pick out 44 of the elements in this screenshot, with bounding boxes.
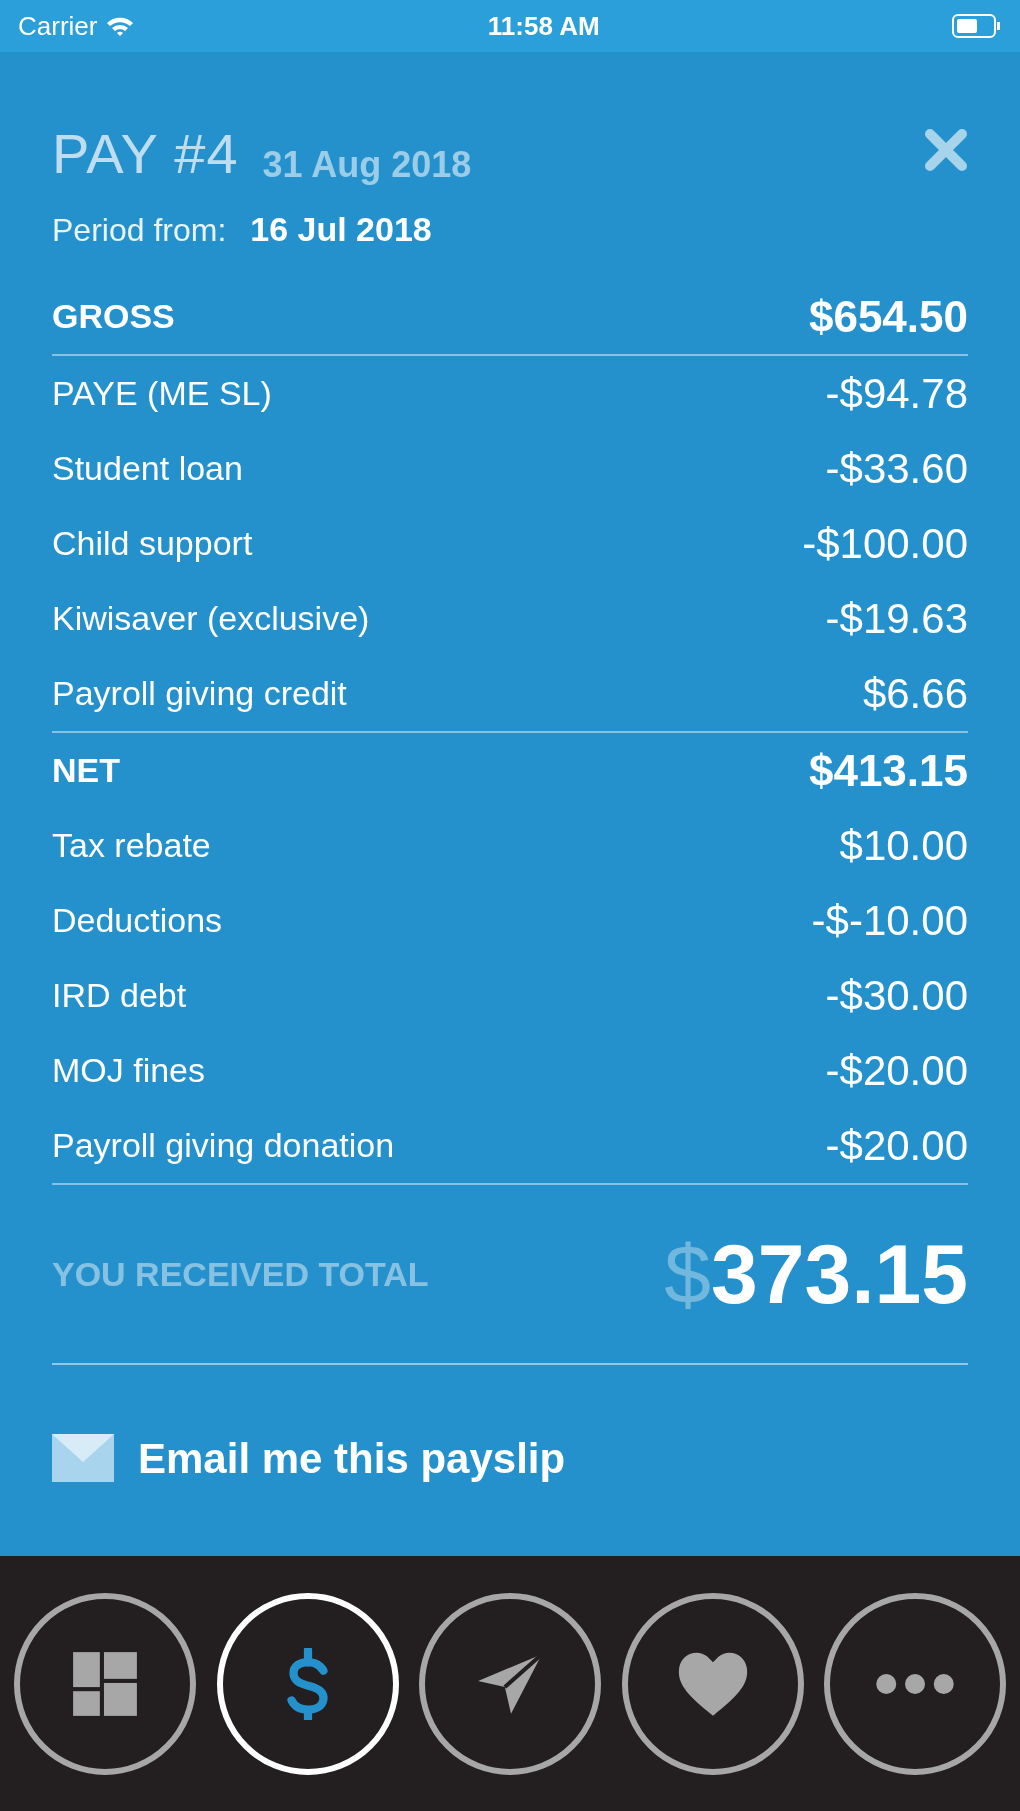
envelope-icon <box>52 1434 114 1482</box>
close-icon <box>924 128 968 172</box>
pay-title: PAY #4 <box>52 121 239 187</box>
row-label: Payroll giving donation <box>52 1125 395 1166</box>
email-payslip-link[interactable]: Email me this payslip <box>138 1426 566 1490</box>
section-amount: $413.15 <box>808 744 968 797</box>
row-label: Tax rebate <box>52 825 211 866</box>
tab-button[interactable] <box>14 1592 196 1775</box>
row-amount: -$20.00 <box>825 1046 968 1096</box>
currency-symbol: $ <box>664 1226 712 1323</box>
carrier-text: Carrier <box>18 9 98 43</box>
wifi-icon <box>105 15 136 37</box>
row-label: MOJ fines <box>52 1050 206 1091</box>
row-label: Kiwisaver (exclusive) <box>52 598 370 639</box>
tab-button[interactable] <box>419 1592 601 1775</box>
more-icon <box>876 1673 954 1694</box>
tab-button[interactable] <box>824 1592 1006 1775</box>
row-label: Child support <box>52 523 253 564</box>
row-amount: $6.66 <box>862 669 968 719</box>
row-label: Payroll giving credit <box>52 673 347 714</box>
row-amount: -$19.63 <box>825 594 968 644</box>
total-label: YOU RECEIVED TOTAL <box>52 1253 429 1295</box>
row-amount: -$94.78 <box>825 369 968 419</box>
row-amount: -$20.00 <box>825 1121 968 1171</box>
period-label: Period from: <box>52 210 227 250</box>
row-label: PAYE (ME SL) <box>52 373 272 414</box>
pay-date: 31 Aug 2018 <box>262 143 472 187</box>
tab-button[interactable] <box>621 1592 804 1775</box>
section-label: GROSS <box>52 296 175 337</box>
section-amount: $654.50 <box>808 290 968 343</box>
row-amount: $10.00 <box>839 821 968 871</box>
row-amount: -$100.00 <box>802 519 968 569</box>
total-amount: 373.15 <box>711 1226 968 1323</box>
heart-icon <box>676 1650 749 1717</box>
row-amount: -$30.00 <box>825 971 968 1021</box>
battery-icon <box>952 13 1002 39</box>
period-date: 16 Jul 2018 <box>250 209 432 250</box>
section-label: NET <box>52 750 120 791</box>
row-amount: -$33.60 <box>825 444 968 494</box>
row-label: IRD debt <box>52 975 187 1016</box>
clock-text: 11:58 AM <box>487 9 600 43</box>
row-label: Student loan <box>52 448 243 489</box>
row-amount: -$-10.00 <box>811 896 968 946</box>
row-label: Deductions <box>52 900 223 941</box>
